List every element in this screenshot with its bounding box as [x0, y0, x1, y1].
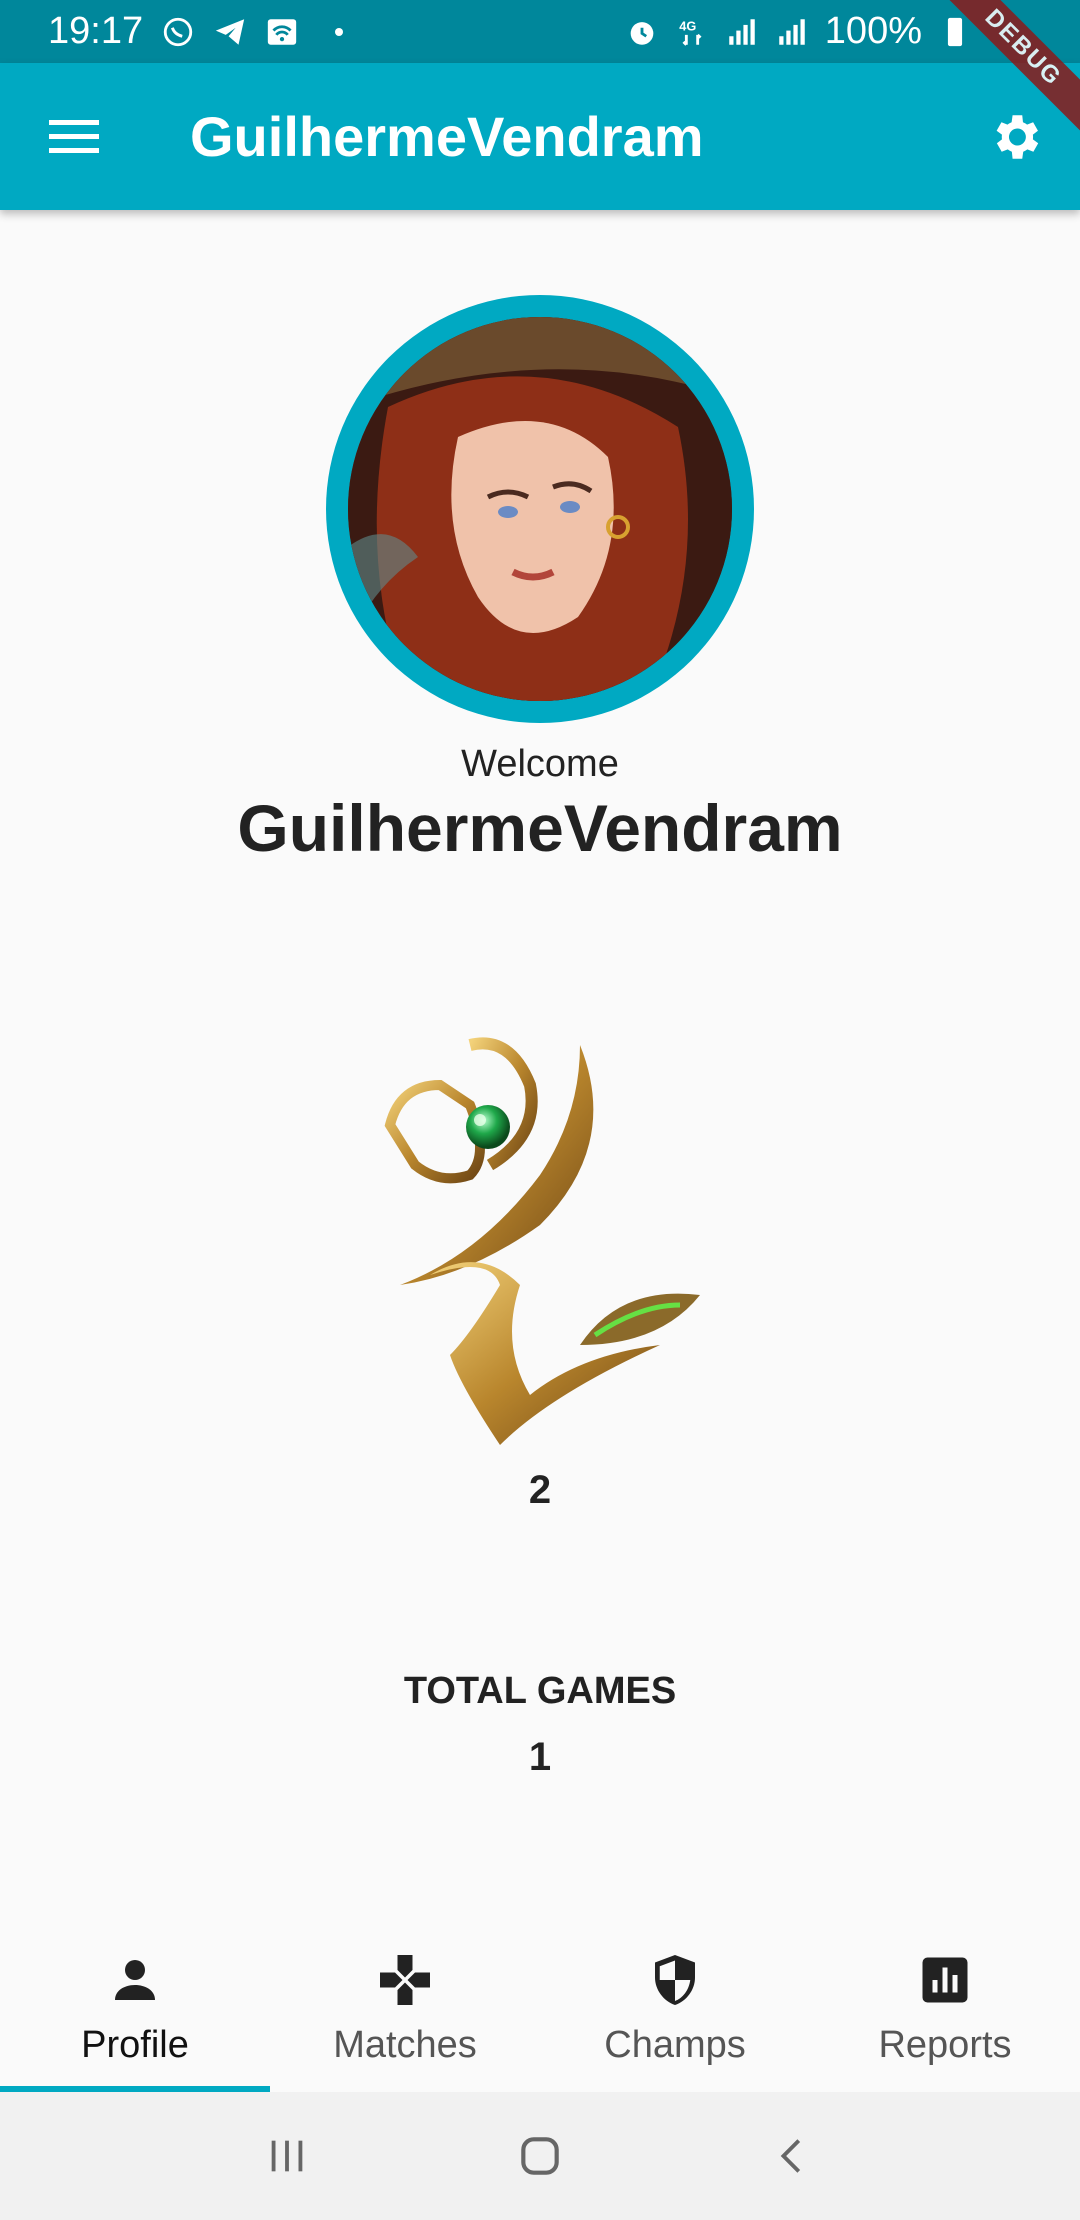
home-icon [521, 2137, 559, 2175]
signal-icon [779, 18, 805, 45]
total-games-value: 1 [528, 1735, 552, 1779]
telegram-icon [215, 18, 245, 45]
shield-icon [655, 1955, 695, 2005]
total-games-label: TOTAL GAMES [403, 1670, 677, 1712]
menu-button[interactable] [0, 63, 148, 210]
signal-icon [729, 18, 755, 45]
menu-icon [49, 119, 99, 153]
nav-label-matches: Matches [333, 2024, 477, 2066]
back-button[interactable] [753, 2116, 833, 2196]
avatar-image [348, 317, 732, 701]
app-bar: GuilhermeVendram [0, 63, 1080, 210]
back-icon [781, 2139, 801, 2173]
status-bar: 19:17 4G 100% [0, 0, 1080, 63]
person-icon [115, 1960, 155, 2000]
wifi-icon [267, 18, 297, 45]
battery-percent: 100% [824, 10, 922, 52]
settings-icon [996, 114, 1039, 159]
status-time: 19:17 [48, 10, 144, 52]
home-button[interactable] [500, 2116, 580, 2196]
welcome-text: Welcome [461, 743, 619, 785]
svg-text:4G: 4G [679, 18, 696, 33]
nav-item-champs[interactable]: Champs [540, 1905, 810, 2092]
alarm-icon [630, 21, 654, 45]
system-nav-bar [0, 2092, 1080, 2220]
nav-label-champs: Champs [604, 2024, 746, 2066]
gamepad-icon [380, 1955, 430, 2005]
battery-icon [947, 17, 963, 46]
nav-item-profile[interactable]: Profile [0, 1905, 270, 2092]
nav-item-reports[interactable]: Reports [810, 1905, 1080, 2092]
4g-icon: 4G [679, 18, 702, 46]
nav-item-matches[interactable]: Matches [270, 1905, 540, 2092]
rank-emblem-icon [384, 1037, 700, 1445]
nav-label-profile: Profile [81, 2024, 189, 2066]
avatar [326, 295, 754, 723]
nav-label-reports: Reports [878, 2024, 1012, 2066]
bottom-nav: Profile Matches Champs Reports [0, 1905, 1080, 2092]
whatsapp-icon [163, 17, 193, 46]
username: GuilhermeVendram [237, 791, 843, 865]
avatar-portrait [348, 317, 732, 701]
bar-chart-icon [922, 1957, 968, 2003]
notification-dot [335, 27, 344, 36]
rank-value: 2 [528, 1468, 552, 1512]
recent-apps-icon [271, 2140, 302, 2172]
app-title: GuilhermeVendram [190, 105, 704, 168]
recent-apps-button[interactable] [247, 2116, 327, 2196]
